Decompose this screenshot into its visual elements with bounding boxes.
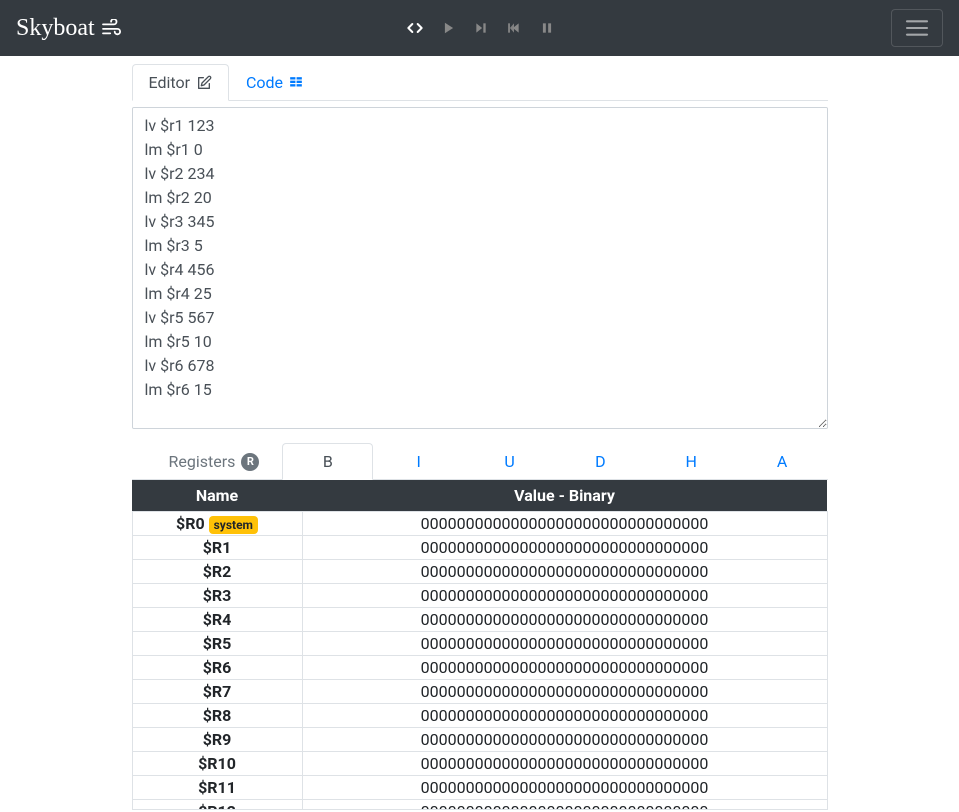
register-value-cell: 00000000000000000000000000000000	[302, 536, 827, 560]
register-name-cell: $R9	[132, 728, 302, 752]
register-tabs: Registers R B I U D H A	[132, 443, 828, 480]
format-tab-h[interactable]: H	[646, 443, 737, 480]
table-row: $R1200000000000000000000000000000000	[132, 800, 827, 811]
register-name-cell: $R1	[132, 536, 302, 560]
register-name-cell: $R2	[132, 560, 302, 584]
play-icon[interactable]	[442, 20, 456, 36]
table-row: $R300000000000000000000000000000000	[132, 584, 827, 608]
register-value-cell: 00000000000000000000000000000000	[302, 776, 827, 800]
register-name-cell: $R11	[132, 776, 302, 800]
format-tab-binary[interactable]: B	[282, 443, 373, 480]
registers-badge-icon: R	[241, 453, 259, 471]
tab-code[interactable]: Code	[229, 64, 320, 101]
register-value-cell: 00000000000000000000000000000000	[302, 752, 827, 776]
system-badge: system	[209, 516, 258, 534]
register-value-cell: 00000000000000000000000000000000	[302, 680, 827, 704]
pause-icon[interactable]	[540, 21, 554, 35]
register-name-cell: $R10	[132, 752, 302, 776]
register-value-cell: 00000000000000000000000000000000	[302, 512, 827, 536]
format-u-label: U	[504, 452, 514, 471]
navbar-inner: Skyboat	[16, 9, 943, 47]
register-value-cell: 00000000000000000000000000000000	[302, 800, 827, 811]
register-name-cell: $R7	[132, 680, 302, 704]
register-value-cell: 00000000000000000000000000000000	[302, 608, 827, 632]
table-row: $R500000000000000000000000000000000	[132, 632, 827, 656]
navbar: Skyboat	[0, 0, 959, 56]
register-name-cell: $R8	[132, 704, 302, 728]
code-icon[interactable]	[406, 20, 424, 36]
table-row: $R600000000000000000000000000000000	[132, 656, 827, 680]
register-name-cell: $R6	[132, 656, 302, 680]
editor-panel	[132, 107, 828, 433]
register-name-cell: $R4	[132, 608, 302, 632]
main-container: Editor Code Registers R B I U D H A	[120, 56, 840, 810]
grid-icon	[289, 76, 303, 90]
register-value-cell: 00000000000000000000000000000000	[302, 704, 827, 728]
table-row: $R1100000000000000000000000000000000	[132, 776, 827, 800]
tab-code-label: Code	[246, 73, 283, 92]
table-row: $R400000000000000000000000000000000	[132, 608, 827, 632]
wind-icon	[101, 19, 123, 37]
table-row: $R0system0000000000000000000000000000000…	[132, 512, 827, 536]
col-value: Value - Binary	[302, 480, 827, 512]
register-name-cell: $R12	[132, 800, 302, 811]
step-forward-icon[interactable]	[474, 21, 488, 35]
registers-table: Name Value - Binary $R0system00000000000…	[132, 480, 828, 810]
format-a-label: A	[777, 452, 787, 471]
registers-tab-label: Registers R	[132, 443, 283, 480]
tab-editor-label: Editor	[149, 73, 190, 92]
register-value-cell: 00000000000000000000000000000000	[302, 728, 827, 752]
format-h-label: H	[686, 452, 697, 471]
format-tab-a[interactable]: A	[737, 443, 828, 480]
brand-name: Skyboat	[16, 15, 95, 42]
format-tab-u[interactable]: U	[464, 443, 555, 480]
register-name-cell: $R5	[132, 632, 302, 656]
register-name-cell: $R3	[132, 584, 302, 608]
format-d-label: D	[595, 452, 606, 471]
format-tab-i[interactable]: I	[373, 443, 464, 480]
edit-icon	[196, 75, 212, 91]
table-row: $R700000000000000000000000000000000	[132, 680, 827, 704]
format-i-label: I	[416, 452, 420, 471]
table-row: $R900000000000000000000000000000000	[132, 728, 827, 752]
table-row: $R1000000000000000000000000000000000	[132, 752, 827, 776]
col-name: Name	[132, 480, 302, 512]
register-value-cell: 00000000000000000000000000000000	[302, 584, 827, 608]
skip-back-icon[interactable]	[506, 21, 522, 35]
brand[interactable]: Skyboat	[16, 15, 123, 42]
register-value-cell: 00000000000000000000000000000000	[302, 656, 827, 680]
registers-table-scroll[interactable]: Name Value - Binary $R0system00000000000…	[132, 480, 828, 810]
editor-tabs: Editor Code	[132, 56, 828, 101]
code-editor[interactable]	[132, 107, 828, 429]
format-b-label: B	[323, 452, 333, 471]
table-row: $R200000000000000000000000000000000	[132, 560, 827, 584]
register-value-cell: 00000000000000000000000000000000	[302, 560, 827, 584]
register-value-cell: 00000000000000000000000000000000	[302, 632, 827, 656]
toolbar-controls	[406, 20, 554, 36]
table-row: $R800000000000000000000000000000000	[132, 704, 827, 728]
menu-toggle[interactable]	[891, 9, 943, 47]
registers-label: Registers	[169, 452, 236, 471]
format-tab-d[interactable]: D	[555, 443, 646, 480]
register-name-cell: $R0system	[132, 512, 302, 536]
table-row: $R100000000000000000000000000000000	[132, 536, 827, 560]
tab-editor[interactable]: Editor	[132, 64, 229, 101]
